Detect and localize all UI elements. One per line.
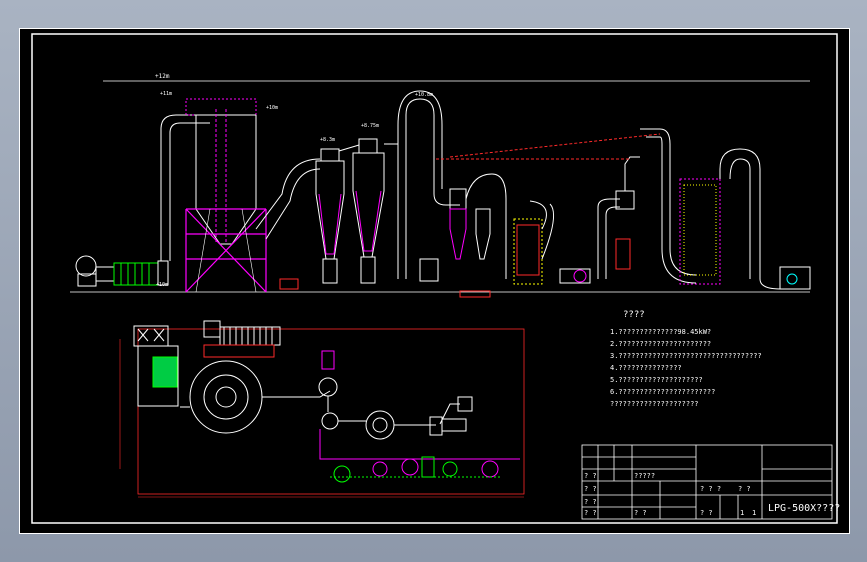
notes-title: ???? [623, 310, 645, 320]
main-duct [640, 128, 697, 284]
note-line: 6.??????????????????????? [610, 388, 716, 396]
title-block-cell: ????? [634, 472, 656, 480]
title-block-cell: ? ? [584, 472, 597, 480]
note-line: 4.??????????????? [610, 364, 682, 372]
plan-heater [133, 325, 179, 407]
title-block-cell: ? ? [738, 485, 751, 493]
title-block-cell: 1 [740, 509, 745, 517]
spray-drying-tower [185, 98, 267, 293]
elev-top-label: +12m [155, 73, 170, 80]
drawing-title: LPG-500X???? [768, 503, 841, 514]
plan-tower [180, 360, 331, 434]
title-block-cell: ? ? [584, 498, 597, 506]
elev-cyclone1-label: +8.3m [320, 137, 335, 143]
cyclone-1 [315, 148, 345, 284]
note-line: 3.?????????????????????????????????? [610, 352, 762, 360]
title-block-cell: ? ? [700, 509, 713, 517]
elev-duct-peak-label: +10.8m [415, 92, 433, 98]
note-line: 5.???????????????????? [610, 376, 703, 384]
wet-scrubber-small [513, 200, 591, 285]
inlet-fan [75, 255, 115, 287]
title-block-cell: ? ? [584, 485, 597, 493]
elev-roof-label: +10m [266, 105, 278, 111]
plan-cyclones [318, 350, 467, 440]
cyclone-2 [338, 138, 385, 284]
title-block-cell: ? ? [584, 509, 597, 517]
exhaust-fan-duct [597, 156, 640, 279]
elevation-view: +12m +11m +10m +8.3m +8.75m +10.8m +10m [70, 73, 811, 298]
title-block-cell: ? ? [634, 509, 647, 517]
elev-cyclone2-label: +8.75m [361, 123, 379, 129]
packed-scrubber-tower [679, 148, 811, 290]
title-block-cell: 1 [752, 509, 757, 517]
exhaust-riser [384, 90, 460, 282]
air-filter [113, 262, 159, 286]
inner-border [31, 33, 838, 524]
plan-fan-chain [319, 396, 520, 483]
note-line: 1.??????????????98.45kW? [610, 328, 712, 336]
title-block-cell: ? ? ? [700, 485, 722, 493]
drawing-sheet: +12m +11m +10m +8.3m +8.75m +10.8m +10m [19, 28, 850, 534]
cyclone-3 [449, 173, 507, 298]
process-flow-drawing: +12m +11m +10m +8.3m +8.75m +10.8m +10m [31, 33, 838, 524]
note-line: 2.?????????????????????? [610, 340, 712, 348]
dim-line-diagonal [449, 133, 661, 158]
plan-view [119, 320, 525, 498]
note-line: ????????????????????? [610, 400, 699, 408]
plan-coil [203, 320, 281, 358]
elev-tower-label: +11m [160, 91, 172, 97]
